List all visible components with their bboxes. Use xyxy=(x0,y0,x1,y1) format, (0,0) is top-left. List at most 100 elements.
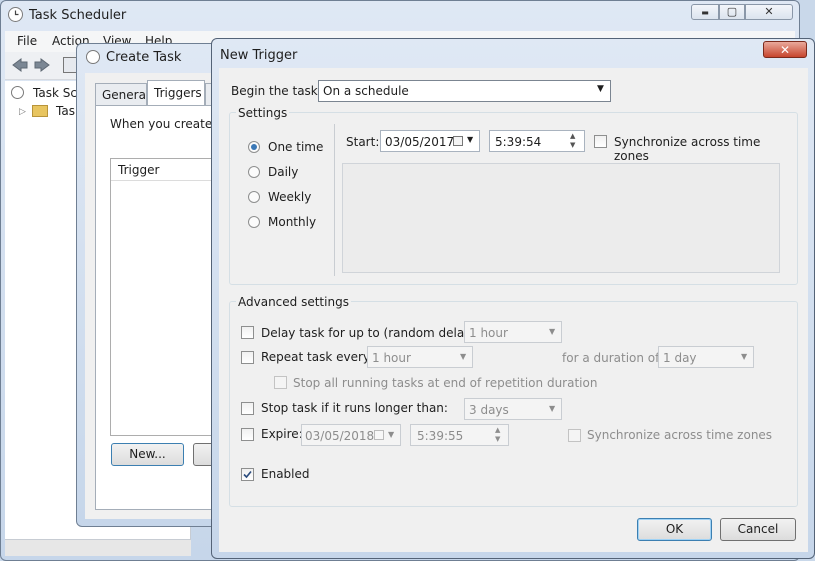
spin-down-icon[interactable]: ▼ xyxy=(570,141,575,149)
check-icon xyxy=(243,470,252,479)
delay-select[interactable]: 1 hour ▼ xyxy=(464,321,562,343)
schedule-detail-panel xyxy=(342,163,780,273)
delay-value: 1 hour xyxy=(469,326,508,340)
expire-label: Expire: xyxy=(261,427,303,441)
cancel-button[interactable]: Cancel xyxy=(720,518,796,541)
expire-sync-label: Synchronize across time zones xyxy=(587,428,773,442)
spin-up-icon[interactable]: ▲ xyxy=(495,426,500,434)
new-trigger-close-button[interactable]: ✕ xyxy=(763,41,807,58)
spin-up-icon[interactable]: ▲ xyxy=(570,132,575,140)
tree-scrollbar[interactable] xyxy=(5,539,191,556)
close-icon: ✕ xyxy=(779,43,791,57)
radio-daily[interactable] xyxy=(248,166,260,178)
radio-weekly[interactable] xyxy=(248,191,260,203)
radio-dot xyxy=(251,144,257,150)
ok-button-label: OK xyxy=(665,522,684,536)
tab-triggers[interactable]: Triggers xyxy=(147,80,205,106)
begin-task-label: Begin the task: xyxy=(231,84,322,98)
repeat-checkbox[interactable] xyxy=(241,351,254,364)
chevron-down-icon: ▼ xyxy=(549,327,556,336)
new-trigger-window: New Trigger ✕ Begin the task: On a sched… xyxy=(211,38,815,559)
new-trigger-title: New Trigger xyxy=(220,48,298,63)
daily-label: Daily xyxy=(268,165,299,179)
chevron-down-icon: ▼ xyxy=(741,352,748,361)
stop-longer-select[interactable]: 3 days ▼ xyxy=(464,398,562,420)
begin-task-select[interactable]: On a schedule ▼ xyxy=(318,80,611,102)
menu-file[interactable]: File xyxy=(17,34,37,48)
repeat-select[interactable]: 1 hour ▼ xyxy=(367,346,473,368)
tab-general-label: General xyxy=(102,88,150,102)
start-date-value: 03/05/2017 xyxy=(385,135,455,149)
minimize-button[interactable]: ▬ xyxy=(691,4,719,20)
settings-divider xyxy=(334,124,335,276)
minimize-icon: ▬ xyxy=(701,8,709,17)
advanced-settings-group: Advanced settings Delay task for up to (… xyxy=(229,295,798,507)
chevron-down-icon: ▼ xyxy=(549,404,556,413)
schedule-option-daily[interactable]: Daily xyxy=(248,165,338,181)
maximize-button[interactable]: ▢ xyxy=(719,4,745,20)
settings-legend: Settings xyxy=(236,106,290,120)
start-label: Start: xyxy=(346,135,380,149)
schedule-option-monthly[interactable]: Monthly xyxy=(248,215,338,231)
maximize-icon: ▢ xyxy=(726,5,738,18)
duration-value: 1 day xyxy=(663,351,697,365)
weekly-label: Weekly xyxy=(268,190,312,204)
duration-label: for a duration of: xyxy=(562,351,663,365)
schedule-option-weekly[interactable]: Weekly xyxy=(248,190,338,206)
close-button[interactable]: ✕ xyxy=(745,4,793,20)
repeat-value: 1 hour xyxy=(372,351,411,365)
delay-label: Delay task for up to (random delay): xyxy=(261,326,481,340)
expand-arrow-icon[interactable]: ▷ xyxy=(19,107,26,117)
triggers-description: When you create a xyxy=(110,117,224,131)
new-trigger-client: Begin the task: On a schedule ▼ Settings… xyxy=(219,68,808,552)
chevron-down-icon: ▼ xyxy=(597,84,604,94)
radio-monthly[interactable] xyxy=(248,216,260,228)
duration-select[interactable]: 1 day ▼ xyxy=(658,346,754,368)
tree-clock-icon xyxy=(11,86,24,99)
start-time-spinner[interactable]: 5:39:54 ▲ ▼ xyxy=(489,130,585,152)
new-button-label: New... xyxy=(129,447,166,461)
stop-longer-value: 3 days xyxy=(469,403,509,417)
expire-checkbox[interactable] xyxy=(241,428,254,441)
stop-all-checkbox[interactable] xyxy=(274,376,287,389)
expire-sync-checkbox[interactable] xyxy=(568,429,581,442)
start-date-picker[interactable]: 03/05/2017 ▼ xyxy=(380,130,480,152)
create-task-clock-icon xyxy=(86,50,100,64)
stop-longer-checkbox[interactable] xyxy=(241,402,254,415)
expire-time-spinner[interactable]: 5:39:55 ▲ ▼ xyxy=(410,424,509,446)
monthly-label: Monthly xyxy=(268,215,317,229)
tab-triggers-label: Triggers xyxy=(154,86,202,100)
clock-icon xyxy=(8,7,23,22)
enabled-checkbox[interactable] xyxy=(241,468,254,481)
stop-all-label: Stop all running tasks at end of repetit… xyxy=(293,376,598,390)
forward-arrow-icon[interactable] xyxy=(33,57,51,76)
stop-longer-label: Stop task if it runs longer than: xyxy=(261,401,448,415)
settings-group: Settings One time Daily Weekly Monthly S… xyxy=(229,106,798,285)
ok-button[interactable]: OK xyxy=(637,518,712,541)
calendar-icon xyxy=(374,430,384,440)
delay-checkbox[interactable] xyxy=(241,326,254,339)
chevron-down-icon: ▼ xyxy=(467,135,474,144)
begin-task-value: On a schedule xyxy=(323,84,409,98)
expire-date-picker[interactable]: 03/05/2018 ▼ xyxy=(301,424,401,446)
sync-time-zones-label: Synchronize across time zones xyxy=(614,135,761,163)
task-scheduler-titlebar: Task Scheduler ▬ ▢ ✕ xyxy=(1,1,799,29)
back-arrow-icon[interactable] xyxy=(11,57,29,76)
task-scheduler-title: Task Scheduler xyxy=(29,8,127,23)
enabled-label: Enabled xyxy=(261,467,310,481)
console-icon[interactable] xyxy=(63,57,77,73)
radio-one-time[interactable] xyxy=(248,141,260,153)
advanced-legend: Advanced settings xyxy=(236,295,351,309)
create-task-title: Create Task xyxy=(106,50,182,65)
start-time-value: 5:39:54 xyxy=(495,135,542,149)
cancel-button-label: Cancel xyxy=(737,522,779,536)
spin-down-icon[interactable]: ▼ xyxy=(495,435,500,443)
new-trigger-button[interactable]: New... xyxy=(111,443,184,466)
one-time-label: One time xyxy=(268,140,324,154)
sync-time-zones-checkbox[interactable] xyxy=(594,135,607,148)
calendar-icon xyxy=(453,136,463,146)
schedule-option-one-time[interactable]: One time xyxy=(248,140,338,156)
folder-icon xyxy=(32,105,48,117)
tab-general[interactable]: General xyxy=(95,83,150,105)
chevron-down-icon: ▼ xyxy=(388,430,395,439)
